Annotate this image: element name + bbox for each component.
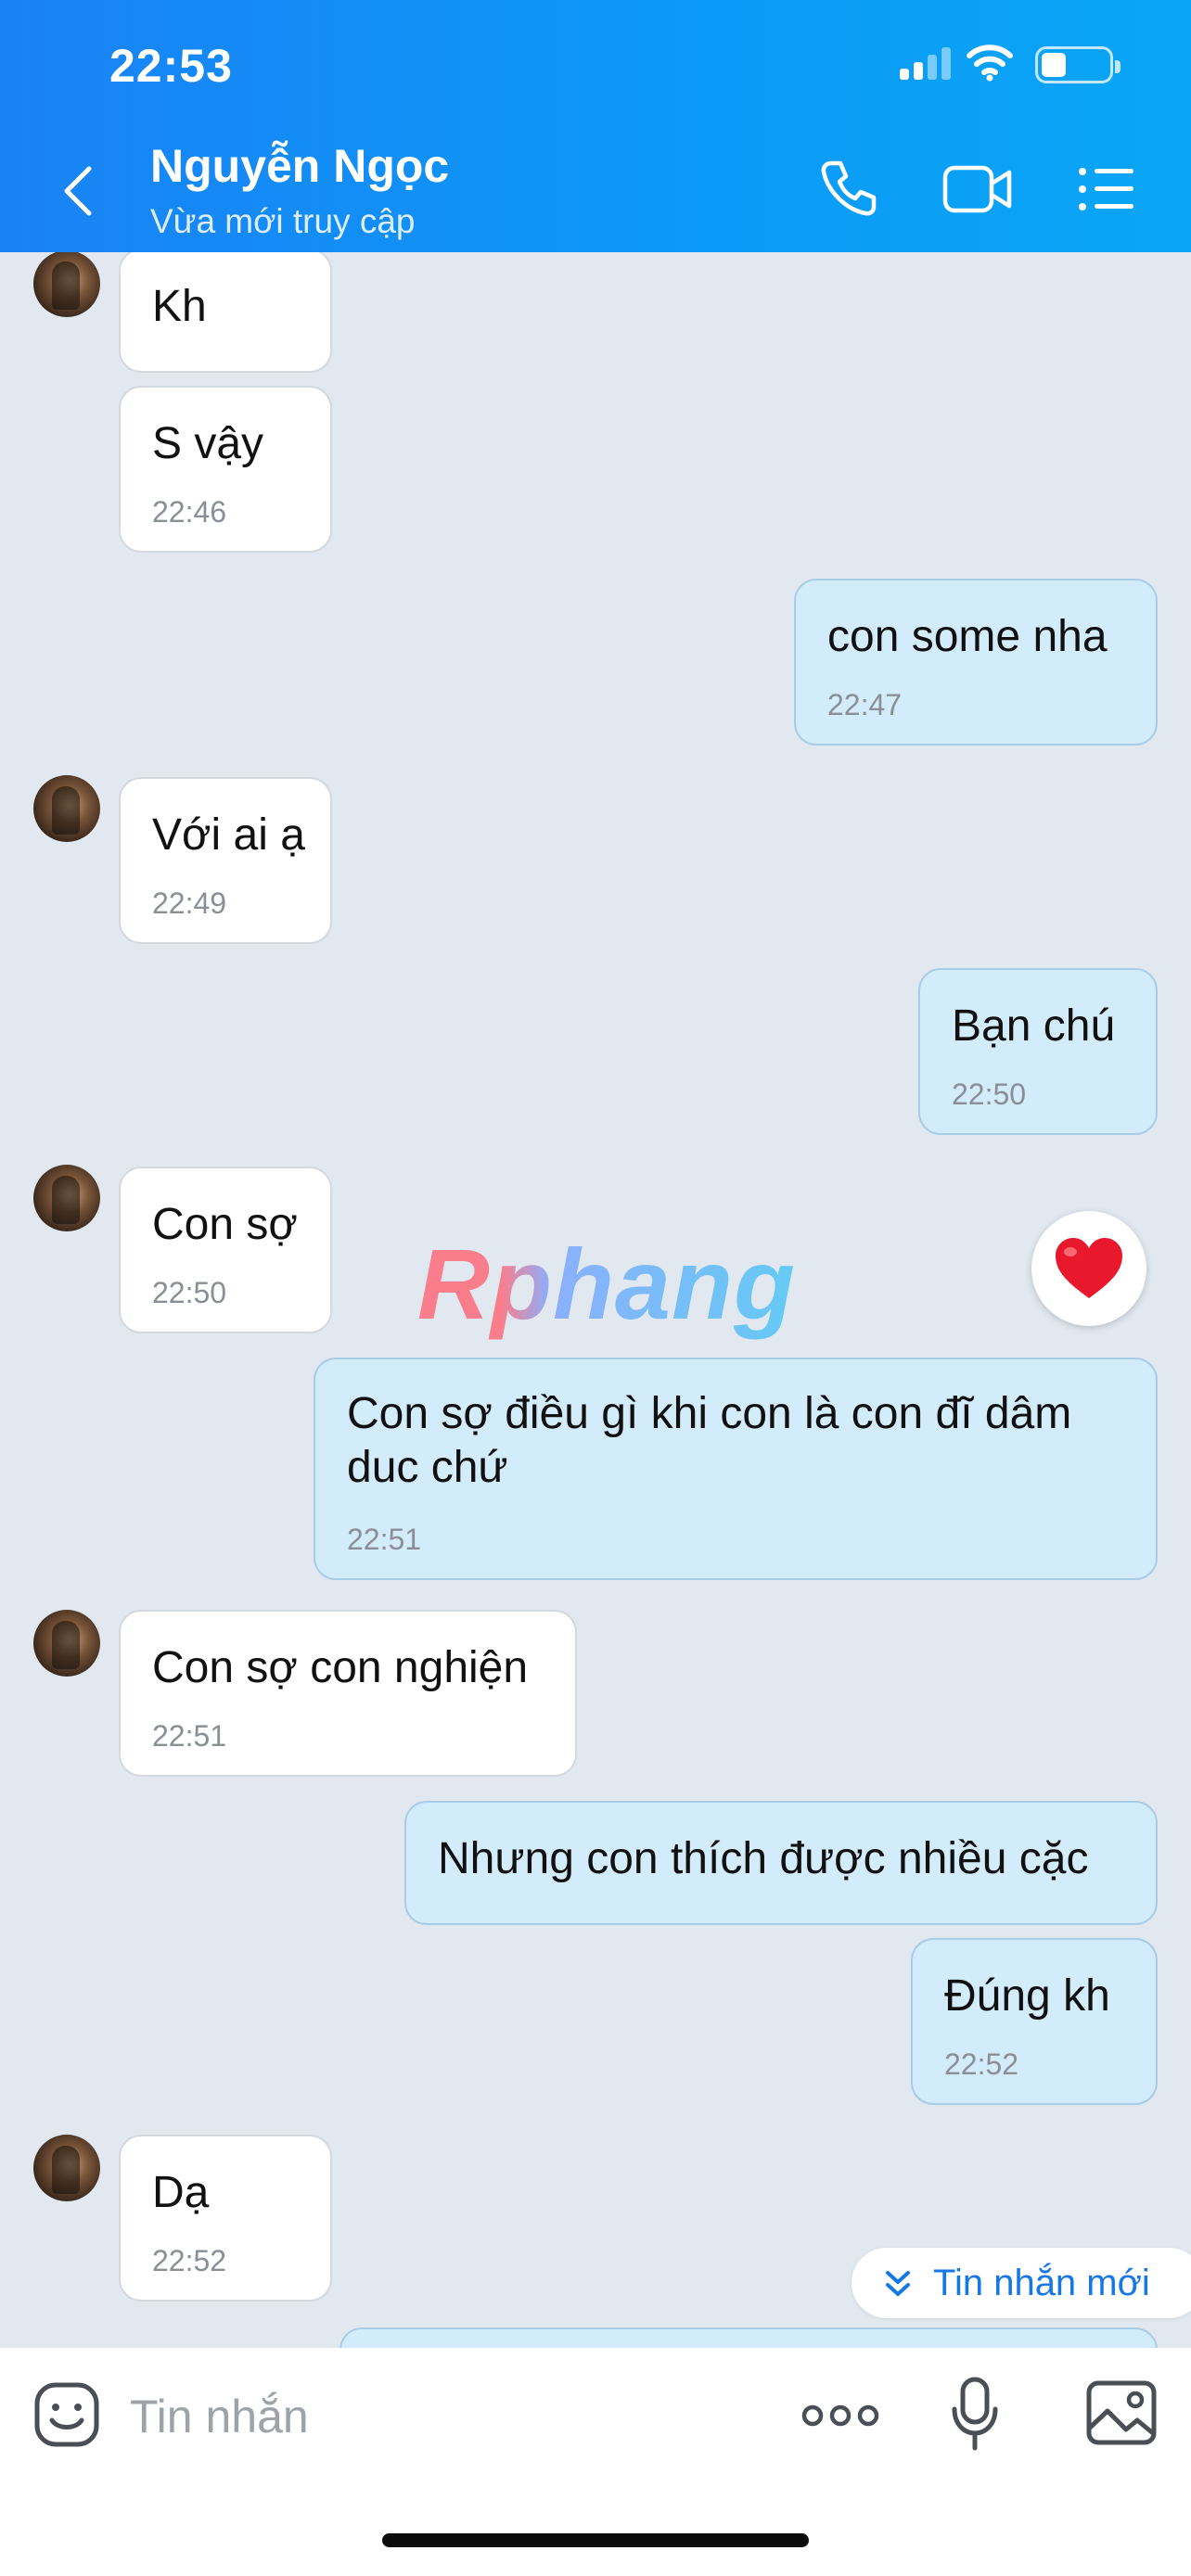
message-time: 22:46 [152,495,227,529]
contact-status: Vừa mới truy cập [150,202,416,240]
outgoing-message[interactable]: Con sợ điều gì khi con là con đĩ dâm duc… [314,1358,1158,1580]
message-time: 22:51 [152,1719,227,1753]
new-messages-button[interactable]: Tin nhắn mới [852,2248,1191,2318]
phone-icon [821,160,877,216]
new-messages-label: Tin nhắn mới [933,2263,1150,2303]
message-text: Con sợ [152,1200,298,1249]
image-icon [1086,2380,1157,2445]
message-time: 22:49 [152,886,227,920]
message-text: Con sợ điều gì khi con là con đĩ dâm duc… [347,1389,1072,1492]
contact-avatar[interactable] [33,1165,100,1231]
contact-avatar[interactable] [33,775,100,842]
home-indicator [382,2533,809,2547]
menu-list-icon [1079,168,1133,210]
contact-avatar[interactable] [33,2135,100,2201]
message-text: Dạ [152,2168,210,2217]
call-button[interactable] [818,158,879,223]
menu-button[interactable] [1078,167,1135,216]
battery-icon [1035,46,1121,83]
message-time: 22:51 [347,1523,422,1556]
message-text: Kh [152,282,207,331]
incoming-message[interactable]: Với ai ạ 22:49 [119,777,332,944]
message-text: Đúng kh [944,1971,1110,2021]
composer-bar [0,2348,1191,2576]
message-input[interactable] [130,2383,742,2450]
message-list[interactable]: Kh S vậy 22:46 con some nha 22:47 Với ai… [0,252,1191,2348]
message-text: Nhưng con thích được nhiều cặc [438,1834,1089,1883]
message-text: con some nha [827,612,1108,661]
message-text: S vậy [152,419,264,468]
message-time: 22:52 [944,2047,1019,2081]
more-dots-icon [801,2404,879,2427]
message-text: Con sợ con nghiện [152,1643,529,1692]
watermark-logo: Rphang [417,1228,796,1340]
back-button[interactable] [52,158,108,223]
message-text: Với ai ạ [152,810,305,860]
message-text: Bạn chú [952,1001,1116,1051]
back-icon [64,166,92,216]
photo-button[interactable] [1085,2379,1158,2451]
reaction-button[interactable] [1031,1211,1146,1326]
wifi-icon [967,45,1013,82]
contact-avatar[interactable] [33,252,100,317]
heart-icon [1056,1238,1122,1298]
video-call-button[interactable] [942,163,1013,220]
incoming-message[interactable]: S vậy 22:46 [119,386,332,553]
incoming-message[interactable]: Con sợ 22:50 [119,1167,332,1333]
incoming-message[interactable]: Dạ 22:52 [119,2135,332,2302]
video-call-icon [942,165,1012,213]
sticker-icon [34,2382,99,2447]
outgoing-message[interactable]: con some nha 22:47 [794,579,1158,746]
outgoing-message[interactable]: Bạn chú 22:50 [918,968,1158,1135]
chat-header: 22:53 Nguyễn Ngọc Vừa mới truy cập [0,0,1191,252]
outgoing-message[interactable] [339,2327,1158,2348]
double-chevron-down-icon [886,2271,910,2296]
incoming-message[interactable]: Kh [119,252,332,373]
contact-name[interactable]: Nguyễn Ngọc [150,139,449,193]
status-bar-icons [900,43,1121,89]
contact-avatar[interactable] [33,1610,100,1677]
message-time: 22:50 [152,1276,227,1309]
more-options-button[interactable] [801,2402,879,2434]
outgoing-message[interactable]: Nhưng con thích được nhiều cặc [404,1801,1158,1925]
outgoing-message[interactable]: Đúng kh 22:52 [911,1938,1158,2105]
message-time: 22:47 [827,688,903,721]
status-bar-time: 22:53 [109,40,233,92]
sticker-button[interactable] [33,2381,100,2453]
incoming-message[interactable]: Con sợ con nghiện 22:51 [119,1610,577,1777]
message-time: 22:50 [952,1078,1027,1111]
signal-icon [900,43,952,89]
message-time: 22:52 [152,2244,227,2277]
microphone-icon [952,2377,998,2451]
